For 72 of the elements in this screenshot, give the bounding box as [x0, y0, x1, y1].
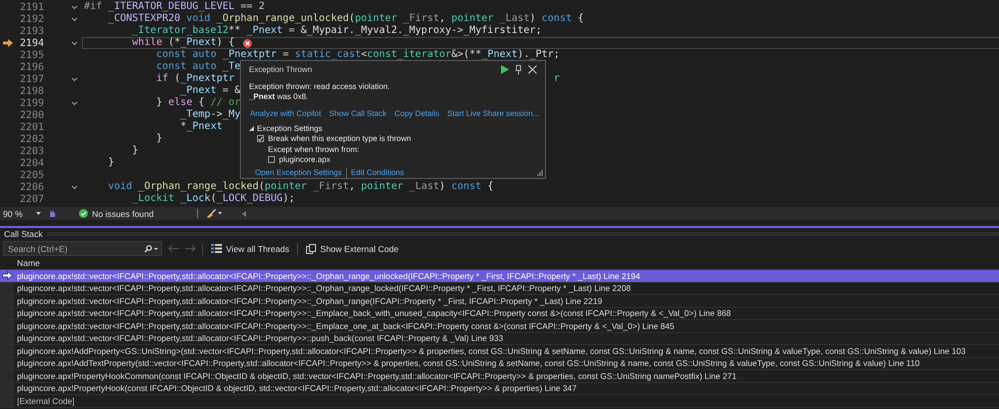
line-number: 2197 — [18, 74, 44, 84]
code-line: void _Orphan_range_locked(pointer _First, pointer _Last) const { — [107, 181, 494, 193]
column-header[interactable]: Name — [0, 258, 40, 268]
code-line: } — [131, 145, 138, 157]
fold-chevron-icon[interactable] — [71, 184, 78, 190]
code-line: if (_Pnextptr — [155, 73, 235, 85]
code-line: _Pnext = & — [179, 85, 241, 97]
brush-icon[interactable] — [206, 209, 222, 218]
call-stack-row[interactable]: [External Code] — [0, 395, 999, 408]
line-number: 2193 — [18, 26, 44, 36]
scroll-left-icon[interactable] — [242, 210, 246, 216]
call-stack-row[interactable]: plugincore.apx!std::vector<IFCAPI::Property,std::allocator<IFCAPI::Property>>::_Emplace_one_at_back<IFCAPI::Property const &>(const IFCAPI::Property & <_Val_0>) Line 845 — [0, 320, 999, 332]
line-number: 2198 — [18, 86, 44, 96]
expand-triangle-icon[interactable] — [249, 126, 254, 131]
call-stack-row[interactable]: plugincore.apx!AddProperty<GS::UniString>(std::vector<IFCAPI::Property,std::allocator<IFCAPI::Property>> & properties, const GS::UniString & setName, const GS::UniString & name, const GS::UniString & valueType, const GS::UniString & value) Line 103 — [0, 345, 999, 358]
copy-pages-icon — [306, 244, 316, 254]
code-line: const auto _Pnextptr = static_cast<const_iterator&>(**_Pnext)._Ptr; — [155, 49, 560, 61]
checkbox[interactable] — [257, 135, 264, 142]
code-line: *_Pnext — [179, 121, 222, 133]
call-stack-row[interactable]: plugincore.apx!PropertyHook(const IFCAPI::ObjectID & objectID, std::vector<IFCAPI::Property,std::allocator<IFCAPI::Property>> & properties) Line 347 — [0, 382, 999, 395]
line-number: 2199 — [18, 98, 44, 108]
call-stack-row[interactable]: plugincore.apx!std::vector<IFCAPI::Property,std::allocator<IFCAPI::Property>>::_Orphan_range_locked(IFCAPI::Property * _First, IFCAPI::Property * _Last) Line 2208 — [0, 282, 999, 295]
code-fragment: r — [554, 73, 560, 85]
line-number: 2191 — [18, 2, 44, 12]
close-icon[interactable] — [528, 65, 537, 74]
line-number: 2202 — [18, 134, 44, 144]
code-line: } else { // or — [155, 97, 241, 109]
toolbar-button[interactable]: Show External Code — [304, 241, 401, 256]
code-line: } — [155, 133, 162, 145]
fold-chevron-icon[interactable] — [71, 76, 78, 82]
resize-grip-icon[interactable] — [537, 170, 543, 176]
continue-icon[interactable] — [501, 65, 509, 74]
line-number: 2205 — [18, 170, 44, 180]
line-number: 2200 — [18, 110, 44, 120]
call-stack-row[interactable]: plugincore.apx!PropertyHookCommon(const IFCAPI::ObjectID & objectID, std::vector<IFCAPI::Property,std::allocator<IFCAPI::Property>> & properties, const GS::UniString namePostfix) Line 271 — [0, 370, 999, 382]
fold-chevron-icon[interactable] — [71, 40, 78, 46]
checkbox[interactable] — [268, 156, 275, 164]
call-stack-row[interactable]: plugincore.apx!AddTextProperty(std::vector<IFCAPI::Property,std::allocator<IFCAPI::Property>> & properties, const GS::UniString & setName, const GS::UniString & name, const GS::UniString & valueType, const GS::UniString & value) Line 110 — [0, 358, 999, 370]
code-line: const auto _Te — [155, 61, 241, 73]
threads-list-icon — [211, 244, 222, 253]
fold-chevron-icon[interactable] — [71, 100, 78, 106]
code-line: _Lockit _Lock(_LOCK_DEBUG); — [131, 193, 295, 205]
pin-icon[interactable] — [515, 64, 522, 75]
line-number: 2203 — [18, 146, 44, 156]
caret-icon[interactable] — [36, 212, 41, 215]
call-stack-row[interactable]: plugincore.apx!std::vector<IFCAPI::Property,std::allocator<IFCAPI::Property>>::_Emplace_back_with_unused_capacity<IFCAPI::Property const &>(const IFCAPI::Property & <_Val_0>) Line 868 — [0, 308, 999, 320]
line-number: 2192 — [18, 14, 44, 24]
line-number: 2196 — [18, 62, 44, 72]
code-line: #if _ITERATOR_DEBUG_LEVEL == 2 — [84, 1, 265, 13]
line-number: 2206 — [18, 182, 44, 192]
search-field[interactable]: Search (Ctrl+E) — [3, 241, 162, 256]
fold-chevron-icon[interactable] — [71, 16, 78, 22]
zoom-dropdown[interactable]: 90 % — [0, 207, 44, 220]
line-number: 2207 — [18, 194, 44, 204]
panel-title: Call Stack — [4, 229, 43, 239]
search-icon[interactable] — [144, 244, 158, 252]
toolbar-button[interactable]: View all Threads — [209, 241, 292, 256]
fold-chevron-icon[interactable] — [71, 4, 78, 10]
code-line: _Temp->_My — [179, 109, 241, 121]
call-stack-row[interactable]: plugincore.apx!std::vector<IFCAPI::Property,std::allocator<IFCAPI::Property>>::_Orphan_range_unlocked(IFCAPI::Property * _First, IFCAPI::Property * _Last) Line 2194 — [0, 270, 999, 282]
code-line: _Iterator_base12** _Pnext = &_Mypair._Myval2._Myproxy->_Myfirstiter; — [131, 25, 542, 37]
issues-status[interactable]: No issues found — [92, 208, 154, 218]
code-line: _CONSTEXPR20 void _Orphan_range_unlocked(pointer _First, pointer _Last) const { — [107, 13, 584, 25]
line-number: 2204 — [18, 158, 44, 168]
check-circle-icon — [79, 209, 88, 218]
line-number: 2195 — [18, 50, 44, 60]
call-stack-row[interactable]: plugincore.apx!std::vector<IFCAPI::Property,std::allocator<IFCAPI::Property>>::push_back(const IFCAPI::Property & _Val) Line 933 — [0, 332, 999, 345]
call-stack-row[interactable]: plugincore.apx!std::vector<IFCAPI::Property,std::allocator<IFCAPI::Property>>::_Orphan_range(IFCAPI::Property * _First, IFCAPI::Property * _Last) Line 2219 — [0, 295, 999, 308]
line-number: 2194 — [18, 38, 44, 48]
code-line: } — [107, 157, 114, 169]
line-number: 2201 — [18, 122, 44, 132]
code-line: while (*_Pnext) { — [131, 37, 235, 49]
